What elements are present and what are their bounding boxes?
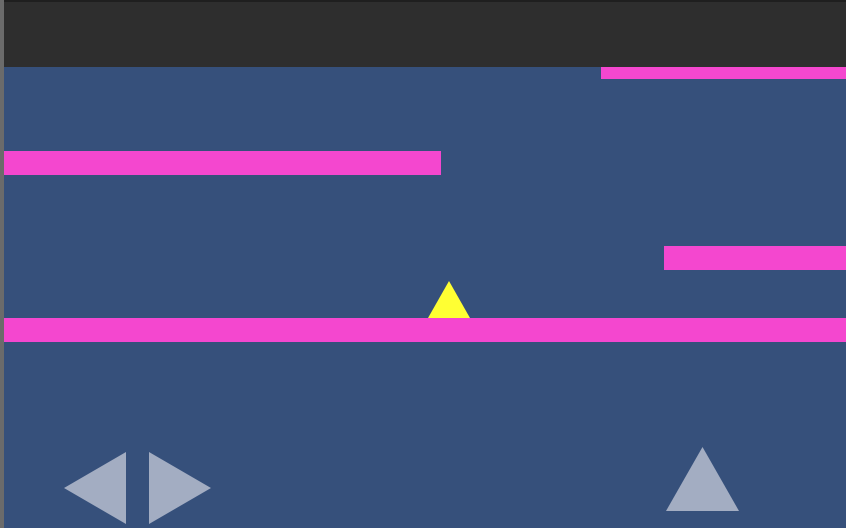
right-arrow-icon bbox=[149, 452, 211, 524]
up-arrow-icon bbox=[666, 447, 739, 511]
triangle-player-icon bbox=[428, 281, 470, 318]
platform-middle-right bbox=[664, 246, 846, 270]
platform-floor bbox=[4, 318, 846, 342]
platform-upper-left bbox=[4, 151, 441, 175]
left-arrow-icon bbox=[64, 452, 126, 524]
move-left-button[interactable] bbox=[64, 452, 128, 524]
move-right-button[interactable] bbox=[149, 452, 211, 524]
game-screen bbox=[0, 0, 846, 528]
jump-button[interactable] bbox=[666, 447, 739, 511]
top-bar bbox=[4, 0, 846, 67]
platform-top-right bbox=[601, 67, 846, 79]
